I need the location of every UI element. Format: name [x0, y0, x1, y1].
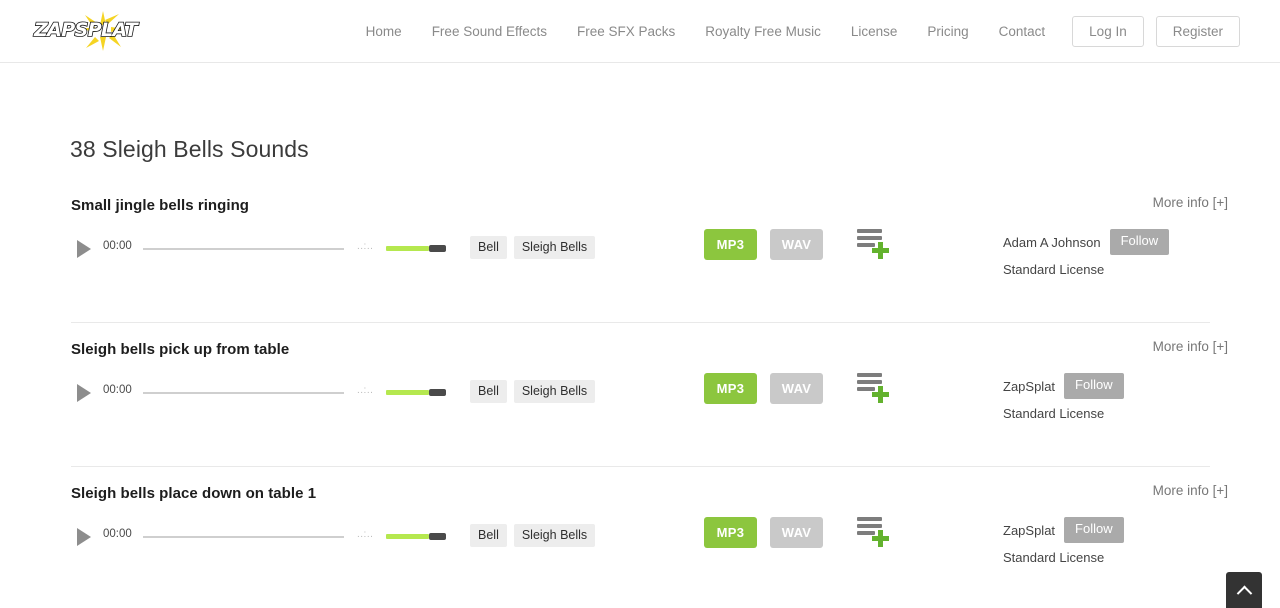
author-info: Adam A Johnson Follow Standard License [1003, 229, 1223, 277]
audio-player: 00:00 ..:.. [73, 235, 448, 263]
author-name: ZapSplat [1003, 522, 1056, 538]
logo-text: ZAPSPLAT [33, 18, 138, 42]
author-name: ZapSplat [1003, 378, 1056, 394]
sound-title: Small jingle bells ringing [71, 197, 249, 214]
playlist-bar [857, 387, 875, 391]
playlist-bar [857, 373, 882, 377]
tag-item[interactable]: Bell [470, 524, 507, 548]
nav-item-contact[interactable]: Contact [984, 0, 1061, 63]
tag-item[interactable]: Sleigh Bells [513, 380, 596, 404]
license-label: Standard License [1003, 406, 1105, 421]
sound-results-list: Small jingle bells ringing More info [+]… [0, 179, 1280, 608]
duration-placeholder: ..:.. [357, 241, 374, 252]
author-info: ZapSplat Follow Standard License [1003, 373, 1223, 421]
progress-slider[interactable] [143, 392, 344, 394]
volume-handle[interactable] [429, 389, 446, 396]
duration-placeholder: ..:.. [357, 385, 374, 396]
tag-list: Bell Sleigh Bells [470, 236, 596, 260]
logo[interactable]: ZAPSPLAT [33, 11, 152, 51]
login-button[interactable]: Log In [1072, 15, 1144, 48]
download-formats: MP3 WAV [704, 373, 823, 404]
download-formats: MP3 WAV [704, 517, 823, 548]
download-mp3-button[interactable]: MP3 [704, 373, 757, 404]
add-to-playlist-icon[interactable] [857, 227, 891, 261]
nav-item-free-sfx-packs[interactable]: Free SFX Packs [562, 0, 690, 63]
tag-list: Bell Sleigh Bells [470, 380, 596, 404]
nav-item-home[interactable]: Home [351, 0, 417, 63]
tag-item[interactable]: Bell [470, 236, 507, 260]
chevron-up-icon [1236, 585, 1252, 601]
author-info: ZapSplat Follow Standard License [1003, 517, 1223, 565]
volume-slider[interactable] [386, 245, 448, 252]
progress-slider[interactable] [143, 536, 344, 538]
volume-handle[interactable] [429, 533, 446, 540]
play-icon[interactable] [77, 528, 91, 546]
nav-item-license[interactable]: License [836, 0, 913, 63]
add-to-playlist-icon[interactable] [857, 515, 891, 549]
play-icon[interactable] [77, 240, 91, 258]
current-time: 00:00 [103, 528, 132, 540]
sound-title: Sleigh bells place down on table 1 [71, 485, 317, 502]
main-navigation: Home Free Sound Effects Free SFX Packs R… [366, 0, 1240, 63]
playlist-bar [857, 229, 882, 233]
nav-item-pricing[interactable]: Pricing [912, 0, 983, 63]
plus-icon [872, 536, 889, 541]
progress-slider[interactable] [143, 248, 344, 250]
author-name: Adam A Johnson [1003, 234, 1101, 250]
scroll-to-top-button[interactable] [1226, 572, 1262, 608]
download-mp3-button[interactable]: MP3 [704, 229, 757, 260]
tag-item[interactable]: Sleigh Bells [513, 236, 596, 260]
volume-slider[interactable] [386, 389, 448, 396]
playlist-bar [857, 531, 875, 535]
play-icon[interactable] [77, 384, 91, 402]
more-info-link[interactable]: More info [+] [1153, 483, 1228, 498]
follow-button[interactable]: Follow [1064, 517, 1124, 543]
download-wav-button[interactable]: WAV [770, 517, 823, 548]
playlist-bar [857, 524, 882, 528]
sound-title: Sleigh bells pick up from table [71, 341, 290, 358]
download-wav-button[interactable]: WAV [770, 229, 823, 260]
volume-fill [386, 246, 429, 251]
sound-row: Sleigh bells place down on table 1 More … [0, 467, 1280, 608]
duration-placeholder: ..:.. [357, 529, 374, 540]
license-label: Standard License [1003, 550, 1105, 565]
add-to-playlist-icon[interactable] [857, 371, 891, 405]
plus-icon [872, 392, 889, 397]
download-mp3-button[interactable]: MP3 [704, 517, 757, 548]
tag-item[interactable]: Bell [470, 380, 507, 404]
audio-player: 00:00 ..:.. [73, 523, 448, 551]
nav-item-free-sound-effects[interactable]: Free Sound Effects [417, 0, 562, 63]
playlist-bar [857, 243, 875, 247]
tag-list: Bell Sleigh Bells [470, 524, 596, 548]
follow-button[interactable]: Follow [1064, 373, 1124, 399]
audio-player: 00:00 ..:.. [73, 379, 448, 407]
playlist-bar [857, 236, 882, 240]
sound-row: Sleigh bells pick up from table More inf… [0, 323, 1280, 467]
current-time: 00:00 [103, 384, 132, 396]
plus-icon [872, 248, 889, 253]
site-header: ZAPSPLAT Home Free Sound Effects Free SF… [0, 0, 1280, 63]
nav-item-royalty-free-music[interactable]: Royalty Free Music [690, 0, 836, 63]
license-label: Standard License [1003, 262, 1105, 277]
playlist-bar [857, 517, 882, 521]
volume-fill [386, 390, 429, 395]
current-time: 00:00 [103, 240, 132, 252]
playlist-bar [857, 380, 882, 384]
follow-button[interactable]: Follow [1109, 229, 1170, 255]
sound-row: Small jingle bells ringing More info [+]… [0, 179, 1280, 323]
more-info-link[interactable]: More info [+] [1153, 339, 1228, 354]
download-formats: MP3 WAV [704, 229, 823, 260]
volume-handle[interactable] [429, 245, 446, 252]
volume-slider[interactable] [386, 533, 448, 540]
volume-fill [386, 534, 429, 539]
more-info-link[interactable]: More info [+] [1153, 195, 1228, 210]
tag-item[interactable]: Sleigh Bells [513, 524, 596, 548]
register-button[interactable]: Register [1155, 15, 1240, 48]
page-title: 38 Sleigh Bells Sounds [70, 136, 309, 162]
download-wav-button[interactable]: WAV [770, 373, 823, 404]
